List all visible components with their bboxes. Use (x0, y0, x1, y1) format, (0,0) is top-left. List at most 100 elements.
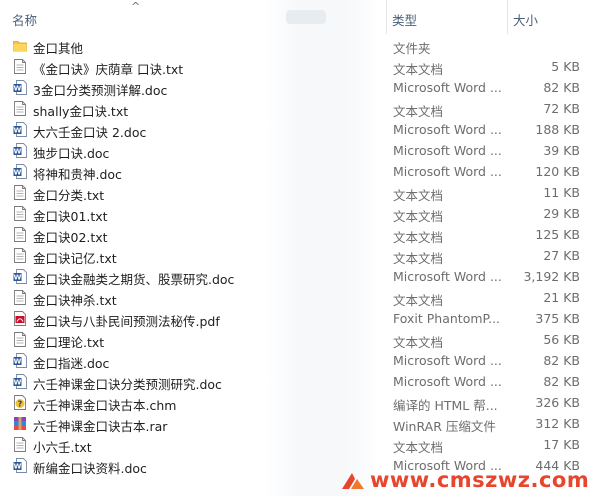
text-file-icon (13, 437, 27, 452)
file-size: 82 KB (543, 80, 580, 95)
rar-archive-icon (13, 416, 27, 431)
svg-text:W: W (14, 463, 22, 471)
file-size: 3,192 KB (523, 269, 580, 284)
file-row[interactable]: W 大六壬金口诀 2.doc Microsoft Word ... 188 KB (0, 119, 592, 140)
file-name[interactable]: 金口分类.txt (33, 185, 104, 204)
file-row[interactable]: 六壬神课金口诀古本.rar WinRAR 压缩文件 312 KB (0, 413, 592, 434)
file-name[interactable]: 六壬神课金口诀分类预测研究.doc (33, 374, 222, 393)
file-name[interactable]: 金口诀金融类之期货、股票研究.doc (33, 269, 234, 288)
svg-text:W: W (14, 169, 22, 177)
file-name[interactable]: 独步口诀.doc (33, 143, 109, 162)
file-type: 文本文档 (393, 62, 444, 77)
file-name[interactable]: 六壬神课金口诀古本.rar (33, 416, 167, 435)
file-row[interactable]: 金口理论.txt 文本文档 56 KB (0, 329, 592, 350)
file-type: 文本文档 (393, 188, 444, 203)
word-doc-icon: W (13, 143, 27, 158)
file-size: 326 KB (535, 395, 580, 410)
file-name[interactable]: 金口理论.txt (33, 332, 104, 351)
watermark-text: www.cmszwz.com (370, 468, 590, 492)
file-row[interactable]: W 独步口诀.doc Microsoft Word ... 39 KB (0, 140, 592, 161)
file-type: WinRAR 压缩文件 (393, 419, 496, 434)
word-doc-icon: W (13, 80, 27, 95)
file-row[interactable]: 《金口诀》庆荫章 口诀.txt 文本文档 5 KB (0, 56, 592, 77)
watermark-logo-icon (342, 473, 364, 489)
file-size: 29 KB (543, 206, 580, 221)
file-name[interactable]: 《金口诀》庆荫章 口诀.txt (33, 59, 183, 78)
column-divider[interactable] (386, 0, 387, 34)
column-header-size[interactable]: 大小 (513, 10, 538, 29)
file-name[interactable]: 将神和贵神.doc (33, 164, 122, 183)
file-size: 11 KB (543, 185, 580, 200)
word-doc-icon: W (13, 353, 27, 368)
svg-text:?: ? (18, 400, 23, 409)
file-row[interactable]: 金口诀01.txt 文本文档 29 KB (0, 203, 592, 224)
file-row[interactable]: 金口诀记亿.txt 文本文档 27 KB (0, 245, 592, 266)
svg-text:W: W (14, 127, 22, 135)
file-row[interactable]: 金口分类.txt 文本文档 11 KB (0, 182, 592, 203)
file-row[interactable]: W 3金口分类预测详解.doc Microsoft Word ... 82 KB (0, 77, 592, 98)
file-name[interactable]: 六壬神课金口诀古本.chm (33, 395, 176, 414)
text-file-icon (13, 101, 27, 116)
word-doc-icon: W (13, 374, 27, 389)
svg-text:W: W (14, 274, 22, 282)
svg-text:W: W (14, 379, 22, 387)
folder-icon (13, 38, 27, 53)
file-name[interactable]: 金口诀01.txt (33, 206, 108, 225)
file-list: 金口其他 文件夹 《金口诀》庆荫章 口诀.txt 文本文档 5 KB W 3金口分类预测详解… (0, 35, 592, 476)
file-row[interactable]: 金口诀神杀.txt 文本文档 21 KB (0, 287, 592, 308)
file-name[interactable]: 金口诀02.txt (33, 227, 108, 246)
sort-ascending-icon[interactable]: ^ (131, 0, 140, 13)
file-type: Microsoft Word ... (393, 143, 502, 158)
file-row[interactable]: ? 六壬神课金口诀古本.chm 编译的 HTML 帮... 326 KB (0, 392, 592, 413)
file-size: 82 KB (543, 353, 580, 368)
file-name[interactable]: 金口诀与八卦民间预测法秘传.pdf (33, 311, 220, 330)
file-type: 文件夹 (393, 41, 431, 56)
file-type: 文本文档 (393, 209, 444, 224)
file-row[interactable]: 金口诀02.txt 文本文档 125 KB (0, 224, 592, 245)
file-row[interactable]: W 六壬神课金口诀分类预测研究.doc Microsoft Word ... 82 K… (0, 371, 592, 392)
file-row[interactable]: shally金口诀.txt 文本文档 72 KB (0, 98, 592, 119)
file-row[interactable]: W 金口指迷.doc Microsoft Word ... 82 KB (0, 350, 592, 371)
file-name[interactable]: 金口诀记亿.txt (33, 248, 117, 267)
text-file-icon (13, 227, 27, 242)
column-divider[interactable] (507, 0, 508, 34)
file-type: Microsoft Word ... (393, 269, 502, 284)
file-row[interactable]: 小六壬.txt 文本文档 17 KB (0, 434, 592, 455)
file-name[interactable]: 3金口分类预测详解.doc (33, 80, 167, 99)
file-type: Microsoft Word ... (393, 164, 502, 179)
file-row[interactable]: W 金口诀金融类之期货、股票研究.doc Microsoft Word ... 3,1… (0, 266, 592, 287)
file-type: 文本文档 (393, 251, 444, 266)
svg-text:W: W (14, 358, 22, 366)
file-name[interactable]: 新编金口诀资料.doc (33, 458, 147, 477)
file-size: 312 KB (535, 416, 580, 431)
text-file-icon (13, 332, 27, 347)
file-type: 文本文档 (393, 335, 444, 350)
file-row[interactable]: 金口诀与八卦民间预测法秘传.pdf Foxit PhantomP... 375 KB (0, 308, 592, 329)
text-file-icon (13, 185, 27, 200)
file-size: 56 KB (543, 332, 580, 347)
svg-text:W: W (14, 148, 22, 156)
column-header-type[interactable]: 类型 (392, 10, 417, 29)
file-name[interactable]: 大六壬金口诀 2.doc (33, 122, 146, 141)
file-name[interactable]: 小六壬.txt (33, 437, 92, 456)
file-size: 72 KB (543, 101, 580, 116)
file-row[interactable]: 金口其他 文件夹 (0, 35, 592, 56)
file-size: 375 KB (535, 311, 580, 326)
site-watermark: www.cmszwz.com (340, 465, 592, 496)
file-size: 125 KB (535, 227, 580, 242)
file-size: 120 KB (535, 164, 580, 179)
column-header-name[interactable]: 名称 (12, 10, 37, 29)
file-name[interactable]: 金口其他 (33, 38, 83, 57)
text-file-icon (13, 290, 27, 305)
file-type: 文本文档 (393, 440, 444, 455)
file-row[interactable]: W 将神和贵神.doc Microsoft Word ... 120 KB (0, 161, 592, 182)
blurred-date-header (286, 10, 326, 24)
file-name[interactable]: shally金口诀.txt (33, 101, 128, 120)
file-type: Microsoft Word ... (393, 374, 502, 389)
text-file-icon (13, 248, 27, 263)
file-type: Microsoft Word ... (393, 122, 502, 137)
file-name[interactable]: 金口指迷.doc (33, 353, 109, 372)
file-name[interactable]: 金口诀神杀.txt (33, 290, 117, 309)
file-size: 39 KB (543, 143, 580, 158)
file-size: 82 KB (543, 374, 580, 389)
